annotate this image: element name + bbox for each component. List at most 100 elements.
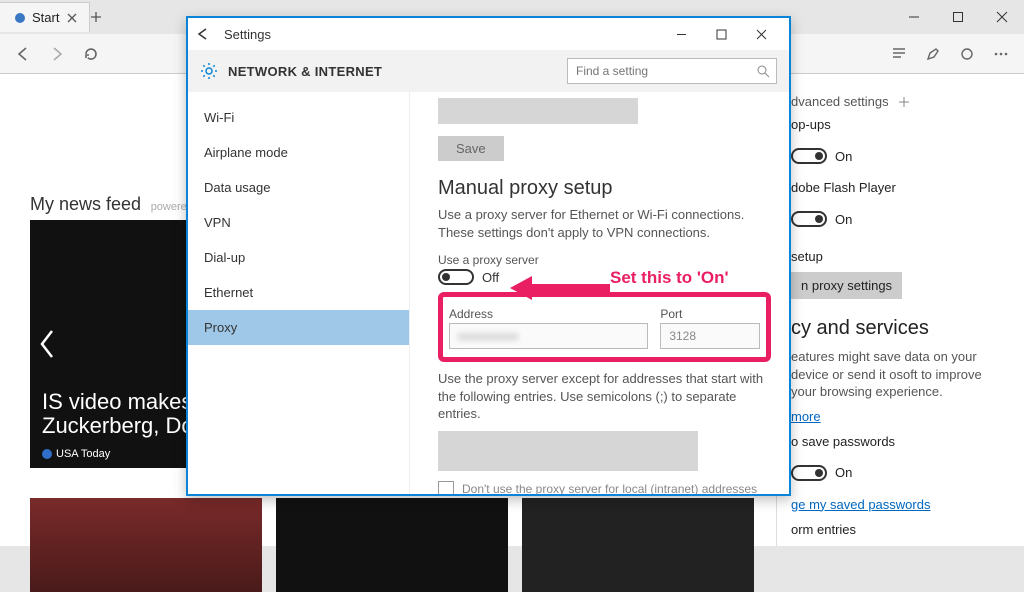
minimize-icon <box>908 11 920 23</box>
reading-view-button[interactable] <box>884 39 914 69</box>
exceptions-input[interactable] <box>438 431 698 471</box>
maximize-icon <box>952 11 964 23</box>
arrow-left-icon <box>196 27 210 41</box>
arrow-right-icon <box>49 46 65 62</box>
plus-icon <box>90 11 102 23</box>
use-proxy-label: Use a proxy server <box>438 253 771 267</box>
privacy-hint: eatures might save data on your device o… <box>791 348 1010 401</box>
settings-maximize-button[interactable] <box>701 18 741 50</box>
sidebar-item-wifi[interactable]: Wi-Fi <box>188 100 409 135</box>
adv-back[interactable]: dvanced settings <box>791 94 1010 109</box>
pin-icon <box>897 95 911 109</box>
settings-minimize-button[interactable] <box>661 18 701 50</box>
close-icon <box>67 13 77 23</box>
edge-close-button[interactable] <box>980 0 1024 34</box>
address-label: Address <box>449 307 648 321</box>
toggle-on-icon <box>791 148 827 164</box>
flash-toggle[interactable]: On <box>791 211 852 227</box>
sidebar-item-proxy[interactable]: Proxy <box>188 310 409 345</box>
settings-window: Settings NETWORK & INTERNET Wi-Fi Airpla… <box>186 16 791 496</box>
tab-title: Start <box>32 10 59 25</box>
more-icon <box>993 46 1009 62</box>
close-icon <box>996 11 1008 23</box>
refresh-icon <box>83 46 99 62</box>
story-thumbs <box>30 498 754 592</box>
port-label: Port <box>660 307 760 321</box>
hero-prev-button[interactable] <box>38 329 56 359</box>
save-button[interactable]: Save <box>438 136 504 161</box>
port-input[interactable]: 3128 <box>660 323 760 349</box>
newsfeed-title: My news feed <box>30 194 141 214</box>
nav-forward-button[interactable] <box>42 39 72 69</box>
settings-titlebar: Settings <box>188 18 789 50</box>
savepw-toggle[interactable]: On <box>791 465 852 481</box>
flash-label: dobe Flash Player <box>791 180 1010 195</box>
maximize-icon <box>716 29 727 40</box>
manual-proxy-heading: Manual proxy setup <box>438 177 771 200</box>
toggle-on-icon <box>791 211 827 227</box>
edge-logo-icon <box>14 12 26 24</box>
edge-advanced-settings-pane: dvanced settings op-ups On dobe Flash Pl… <box>776 74 1024 546</box>
learn-more-link[interactable]: more <box>791 409 821 424</box>
sidebar-item-airplane[interactable]: Airplane mode <box>188 135 409 170</box>
share-icon <box>959 46 975 62</box>
chevron-left-icon <box>38 329 56 359</box>
sidebar-item-vpn[interactable]: VPN <box>188 205 409 240</box>
toggle-off-icon <box>438 269 474 285</box>
settings-window-title: Settings <box>224 27 271 42</box>
new-tab-button[interactable] <box>90 11 120 23</box>
formentries-label: orm entries <box>791 522 1010 537</box>
settings-back-button[interactable] <box>196 27 220 41</box>
settings-header: NETWORK & INTERNET <box>188 50 789 92</box>
browser-tab[interactable]: Start <box>0 2 90 32</box>
address-port-highlight: Address xxxxxxxxxx Port 3128 <box>438 292 771 362</box>
exceptions-hint: Use the proxy server except for addresse… <box>438 370 771 423</box>
reading-list-icon <box>891 46 907 62</box>
script-address-field[interactable] <box>438 98 638 124</box>
popups-toggle[interactable]: On <box>791 148 852 164</box>
sidebar-item-dialup[interactable]: Dial-up <box>188 240 409 275</box>
open-proxy-settings-button[interactable]: n proxy settings <box>791 272 902 299</box>
story-thumb[interactable] <box>522 498 754 592</box>
settings-search[interactable] <box>567 58 777 84</box>
use-proxy-toggle[interactable]: Off <box>438 269 499 285</box>
web-notes-button[interactable] <box>918 39 948 69</box>
manual-proxy-hint: Use a proxy server for Ethernet or Wi-Fi… <box>438 206 771 241</box>
savepw-label: o save passwords <box>791 434 1010 449</box>
nav-back-button[interactable] <box>8 39 38 69</box>
privacy-header: cy and services <box>791 317 1010 340</box>
setup-label: setup <box>791 249 1010 264</box>
pin-button[interactable] <box>897 95 911 109</box>
adv-title: dvanced settings <box>791 94 889 109</box>
close-icon <box>756 29 767 40</box>
manage-passwords-link[interactable]: ge my saved passwords <box>791 497 930 512</box>
settings-search-input[interactable] <box>574 63 756 79</box>
gear-icon <box>200 62 218 80</box>
more-button[interactable] <box>986 39 1016 69</box>
refresh-button[interactable] <box>76 39 106 69</box>
edge-maximize-button[interactable] <box>936 0 980 34</box>
edge-minimize-button[interactable] <box>892 0 936 34</box>
local-intranet-checkbox[interactable]: Don't use the proxy server for local (in… <box>438 481 771 494</box>
address-input[interactable]: xxxxxxxxxx <box>449 323 648 349</box>
sidebar-item-ethernet[interactable]: Ethernet <box>188 275 409 310</box>
tab-close-button[interactable] <box>65 11 79 25</box>
story-thumb[interactable] <box>276 498 508 592</box>
use-proxy-state: Off <box>482 270 499 285</box>
checkbox-icon <box>438 481 454 494</box>
search-icon <box>756 64 770 78</box>
settings-sidebar: Wi-Fi Airplane mode Data usage VPN Dial-… <box>188 92 410 494</box>
share-button[interactable] <box>952 39 982 69</box>
hero-source: USA Today <box>42 448 110 460</box>
minimize-icon <box>676 29 687 40</box>
popups-label: op-ups <box>791 117 1010 132</box>
source-dot-icon <box>42 449 52 459</box>
story-thumb[interactable] <box>30 498 262 592</box>
pen-icon <box>925 46 941 62</box>
settings-content: Save Manual proxy setup Use a proxy serv… <box>410 92 789 494</box>
settings-close-button[interactable] <box>741 18 781 50</box>
annotation-text: Set this to 'On' <box>610 268 729 288</box>
arrow-left-icon <box>15 46 31 62</box>
sidebar-item-datausage[interactable]: Data usage <box>188 170 409 205</box>
settings-category-title: NETWORK & INTERNET <box>228 64 382 79</box>
